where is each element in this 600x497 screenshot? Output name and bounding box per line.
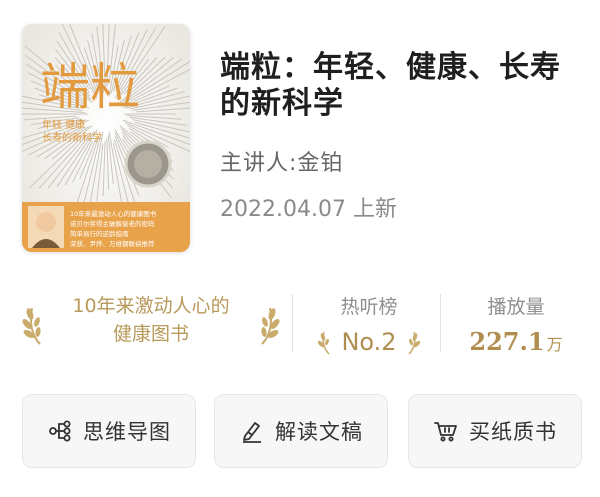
cover-subtitle: 长寿的新科学 — [42, 131, 102, 144]
laurel-small-right-icon — [408, 331, 420, 355]
buy-book-button[interactable]: 买纸质书 — [408, 394, 582, 468]
book-title: 端粒：年轻、健康、长寿的新科学 — [220, 50, 561, 121]
views-label: 播放量 — [487, 296, 545, 318]
cover-blurb: 诺贝尔奖得主破解衰老的密码 — [70, 219, 155, 228]
buy-book-label: 买纸质书 — [469, 420, 557, 444]
rank-label: 热听榜 — [340, 296, 398, 318]
cover-blurb: 10年来最激动人心的健康图书 — [70, 209, 157, 218]
cover-blurb: 简单易行的逆龄指南 — [70, 229, 129, 238]
divider — [440, 294, 441, 352]
speaker-name[interactable]: 主讲人:金铂 — [220, 145, 343, 177]
mindmap-label: 思维导图 — [83, 420, 171, 444]
stats-row: 10年来激动人心的 健康图书 热听榜 No.2 播放量 227.1 万 — [0, 288, 600, 358]
transcript-label: 解读文稿 — [275, 420, 363, 444]
award-line: 健康图书 — [112, 323, 189, 345]
award-badge: 10年来激动人心的 健康图书 — [16, 288, 286, 358]
cover-subtitle: 年轻 健康 — [42, 118, 85, 131]
release-date: 2022.04.07 上新 — [220, 197, 397, 222]
transcript-button[interactable]: 解读文稿 — [214, 394, 388, 468]
laurel-right-icon — [261, 307, 280, 345]
cover-title: 端粒 — [40, 58, 140, 116]
laurel-left-icon — [22, 307, 41, 345]
mindmap-icon — [49, 420, 71, 442]
rank-stat[interactable]: 热听榜 No.2 — [300, 288, 438, 358]
mindmap-button[interactable]: 思维导图 — [22, 394, 196, 468]
views-value: 227.1 — [469, 327, 545, 356]
cart-icon — [434, 422, 457, 442]
laurel-small-left-icon — [318, 331, 330, 355]
award-line: 10年来激动人心的 — [72, 295, 230, 317]
rank-value: No.2 — [341, 328, 397, 356]
views-stat: 播放量 227.1 万 — [446, 288, 586, 358]
cover-blurb: 荣获、尹烨、万维钢联袂推荐 — [70, 239, 155, 248]
views-unit: 万 — [546, 335, 563, 354]
divider — [292, 294, 293, 352]
pen-icon — [243, 422, 261, 443]
book-cover[interactable]: 端粒 年轻 健康 长寿的新科学 10年来最激动人心的健康图书 诺贝尔奖得主破解衰… — [22, 24, 190, 252]
